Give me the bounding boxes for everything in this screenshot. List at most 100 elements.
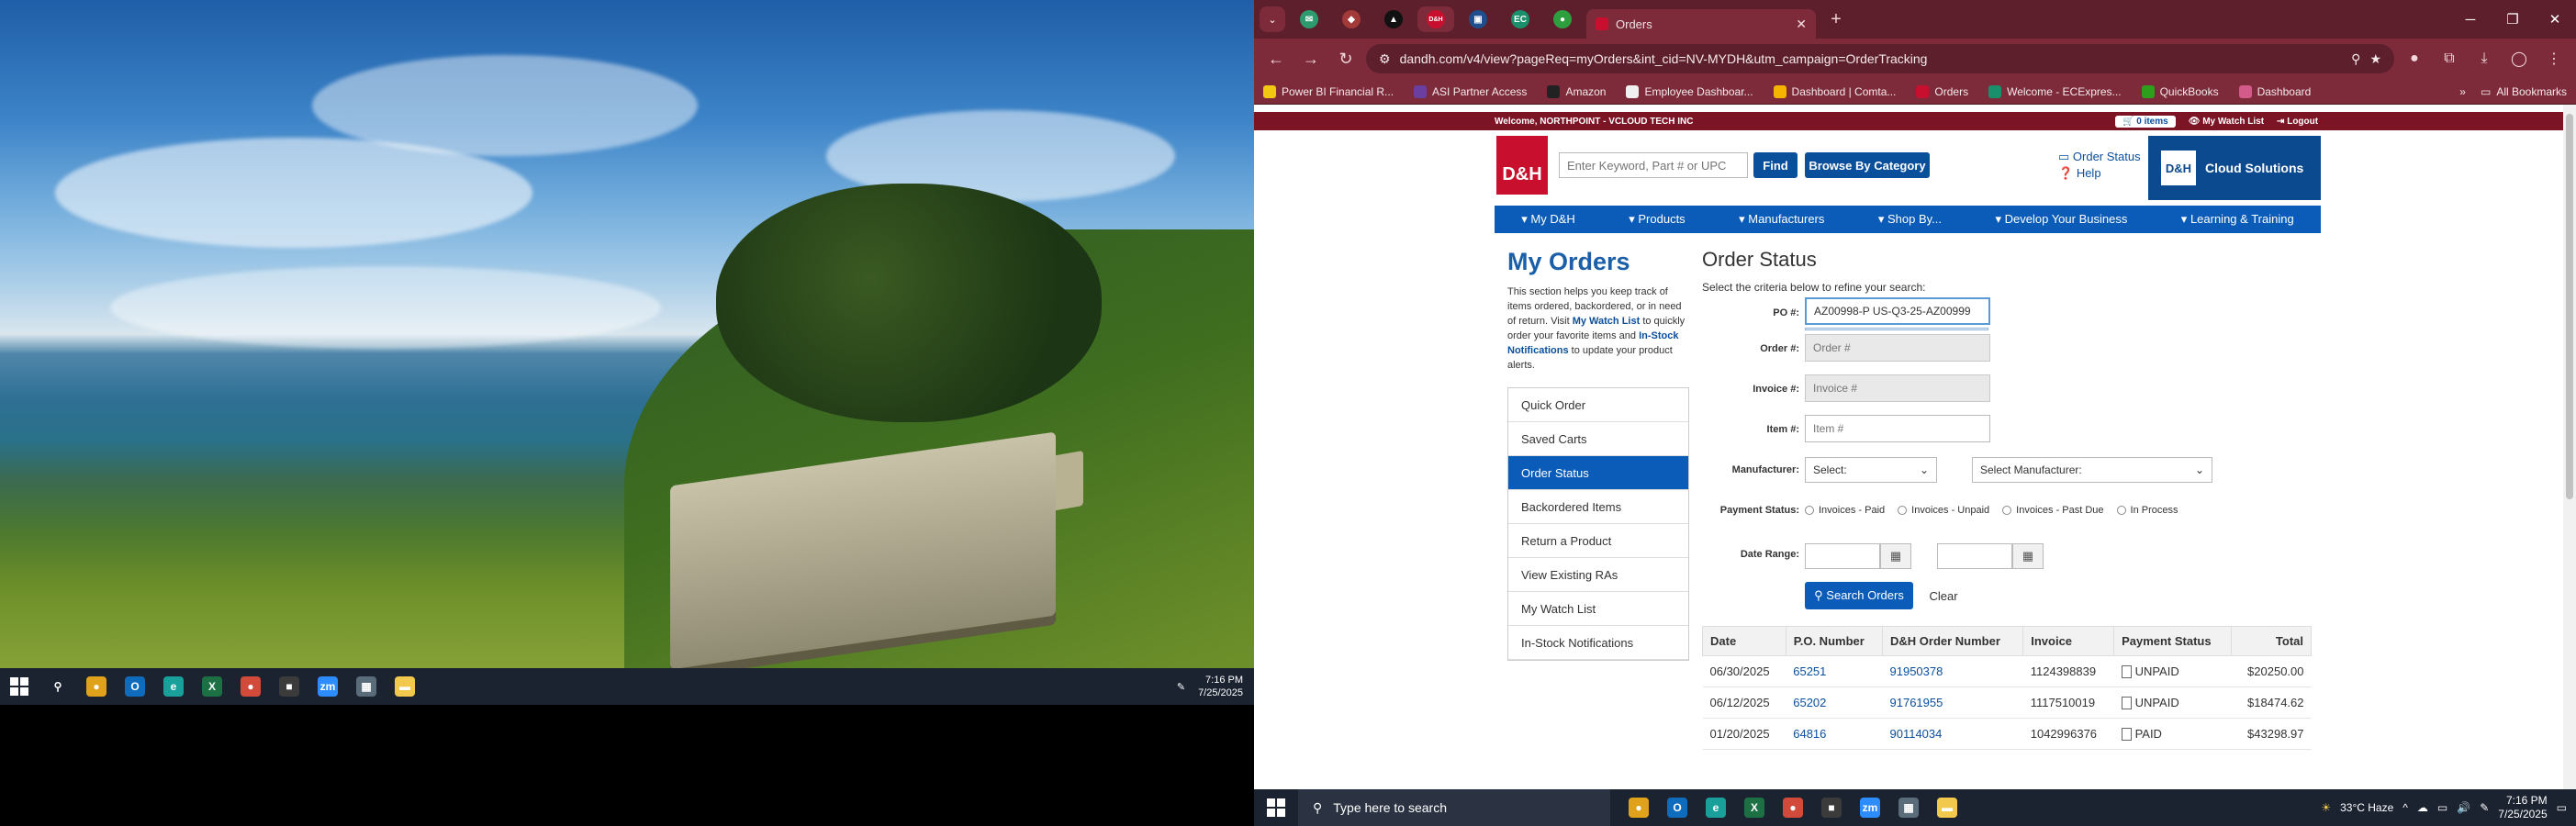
left-clock[interactable]: 7:16 PM 7/25/2025 [1198,674,1243,699]
table-cell[interactable]: UNPAID [2113,655,2232,687]
edge-icon[interactable]: e [1697,789,1735,826]
invoice-document-icon[interactable] [2121,665,2132,679]
edge-icon[interactable]: e [154,668,193,705]
payment-radio[interactable]: Invoices - Past Due [2002,505,2104,516]
side-menu-item[interactable]: View Existing RAs [1508,558,1688,592]
sticky-notes-icon[interactable]: ■ [270,668,308,705]
new-tab-button[interactable]: + [1825,8,1847,30]
order-input[interactable] [1805,334,1990,362]
pen-icon[interactable]: ✎ [2480,801,2489,814]
side-menu-item[interactable]: Backordered Items [1508,490,1688,524]
excel-icon[interactable]: X [1735,789,1774,826]
network-icon[interactable]: ▭ [2437,801,2447,814]
table-cell[interactable]: 90114034 [1882,718,2023,750]
bookmark-item[interactable]: Employee Dashboar... [1626,84,1753,98]
side-menu-item[interactable]: Return a Product [1508,524,1688,558]
nav-item[interactable]: ▾ Products [1629,212,1685,227]
item-input[interactable] [1805,415,1990,442]
intro-watch-link[interactable]: My Watch List [1573,316,1641,327]
bookmark-item[interactable]: Power BI Financial R... [1263,84,1394,98]
cloud-solutions-banner[interactable]: D&H Cloud Solutions [2148,136,2321,200]
calculator-icon[interactable]: ▦ [1889,789,1928,826]
chrome-icon[interactable]: ● [1619,789,1658,826]
outlook-icon[interactable]: O [1658,789,1697,826]
table-header-cell[interactable]: D&H Order Number [1881,626,2024,656]
bookmark-item[interactable]: Welcome - ECExpres... [1988,84,2122,98]
invoice-input[interactable] [1805,374,1990,402]
restore-button[interactable]: ❐ [2492,0,2534,39]
pinned-tab-2[interactable]: ◆ [1333,6,1370,32]
scroll-thumb[interactable] [2566,114,2573,499]
logout-link[interactable]: ⇥ Logout [2277,117,2318,127]
nav-item[interactable]: ▾ Develop Your Business [1995,212,2127,227]
bookmark-item[interactable]: Dashboard | Comta... [1773,84,1896,98]
table-header-cell[interactable]: Date [1702,626,1786,656]
windows-start-icon[interactable] [1254,789,1298,826]
zoom-icon[interactable]: zm [1851,789,1889,826]
chrome-icon[interactable]: ● [1774,789,1812,826]
table-cell[interactable]: UNPAID [2113,686,2232,719]
extension-icon[interactable]: ● [2400,44,2429,73]
volume-icon[interactable]: 🔊 [2457,801,2470,814]
manufacturer-select-2[interactable]: Select Manufacturer: ⌄ [1972,457,2212,483]
taskbar-search-box[interactable]: ⚲ Type here to search [1298,789,1610,826]
invoice-document-icon[interactable] [2121,697,2132,710]
radio-circle[interactable] [2002,506,2012,515]
date-from-input[interactable] [1805,543,1880,569]
date-to-input[interactable] [1937,543,2012,569]
side-menu-item[interactable]: Quick Order [1508,388,1688,422]
cart-button[interactable]: 🛒 0 items [2115,115,2176,128]
calculator-icon[interactable]: ▦ [347,668,386,705]
pinned-tab-5[interactable]: ▣ [1460,6,1496,32]
dh-logo[interactable]: D&H [1496,136,1548,195]
bookmark-star-icon[interactable]: ★ [2369,51,2381,67]
manufacturer-select[interactable]: Select: ⌄ [1805,457,1937,483]
payment-radio[interactable]: In Process [2116,505,2178,516]
pen-icon[interactable]: ✎ [1177,681,1185,693]
windows-start-icon[interactable] [0,668,39,705]
address-bar[interactable]: ⚙ dandh.com/v4/view?pageReq=myOrders&int… [1366,44,2394,73]
tab-search-button[interactable]: ⌄ [1260,6,1285,32]
watch-list-link[interactable]: 👁 My Watch List [2189,117,2264,127]
calendar-icon[interactable]: ▦ [2012,543,2044,569]
chevron-up-icon[interactable]: ^ [2402,801,2408,814]
site-info-icon[interactable]: ⚙ [1379,51,1391,67]
search-icon[interactable]: ⚲ [39,668,77,705]
invoice-document-icon[interactable] [2121,728,2132,742]
table-header-cell[interactable]: Invoice [2022,626,2115,656]
table-header-cell[interactable]: P.O. Number [1785,626,1884,656]
pinned-tab-4[interactable]: D&H [1417,6,1454,32]
zoom-icon[interactable]: zm [308,668,347,705]
clear-button[interactable]: Clear [1921,582,1966,609]
chrome-icon[interactable]: ● [231,668,270,705]
sticky-notes-icon[interactable]: ■ [1812,789,1851,826]
site-search-input[interactable] [1559,152,1748,178]
weather-text[interactable]: 33°C Haze [2340,801,2393,814]
page-scrollbar[interactable] [2563,105,2576,826]
download-icon[interactable]: ⤓ [2470,44,2499,73]
table-header-cell[interactable]: Total [2231,626,2312,656]
bookmark-item[interactable]: Orders [1916,84,1968,98]
bookmark-item[interactable]: Dashboard [2238,84,2311,98]
tab-close-icon[interactable]: ✕ [1796,17,1807,32]
weather-icon[interactable]: ☀ [2321,801,2331,814]
more-bookmarks-icon[interactable]: » [2459,85,2466,98]
radio-circle[interactable] [1805,506,1814,515]
minimize-button[interactable]: ─ [2449,0,2492,39]
outlook-icon[interactable]: O [116,668,154,705]
all-bookmarks-folder[interactable]: ▭ All Bookmarks [2481,85,2567,98]
right-clock[interactable]: 7:16 PM 7/25/2025 [2498,794,2547,821]
payment-radio[interactable]: Invoices - Paid [1805,505,1885,516]
chrome-icon[interactable]: ● [77,668,116,705]
side-menu-item[interactable]: In-Stock Notifications [1508,626,1688,660]
excel-icon[interactable]: X [193,668,231,705]
search-orders-button[interactable]: ⚲ Search Orders [1805,582,1913,609]
table-cell[interactable]: 91761955 [1882,686,2023,719]
tab-orders[interactable]: Orders ✕ [1586,9,1816,39]
bookmark-item[interactable]: QuickBooks [2141,84,2219,98]
radio-circle[interactable] [2116,506,2126,515]
bookmark-item[interactable]: ASI Partner Access [1414,84,1527,98]
side-menu-item[interactable]: Saved Carts [1508,422,1688,456]
notification-icon[interactable]: ▭ [2557,801,2567,814]
payment-radio[interactable]: Invoices - Unpaid [1898,505,1989,516]
